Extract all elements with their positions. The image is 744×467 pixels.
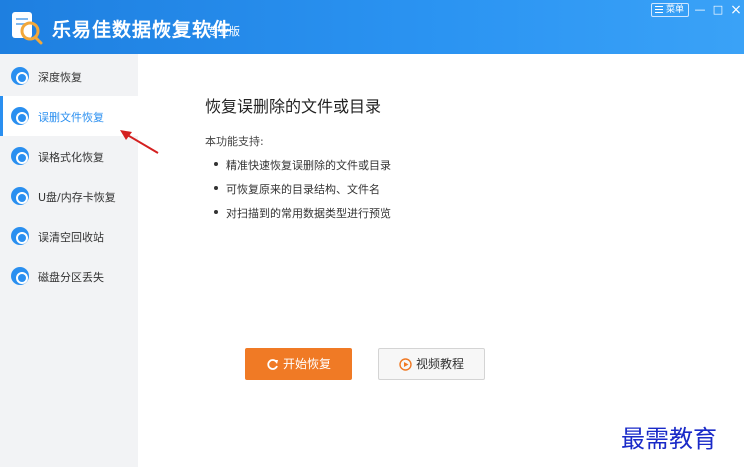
- sidebar-item-recycle-bin[interactable]: 误清空回收站: [0, 216, 138, 256]
- app-title: 乐易佳数据恢复软件: [52, 19, 233, 41]
- sidebar-item-usb-card[interactable]: U盘/内存卡恢复: [0, 176, 138, 216]
- sidebar-item-deep-recovery[interactable]: 深度恢复: [0, 56, 138, 96]
- partition-icon: [11, 267, 29, 285]
- refresh-icon: [267, 359, 278, 370]
- minimize-button[interactable]: —: [692, 2, 708, 18]
- folder-icon: [11, 107, 29, 125]
- menu-icon: [655, 6, 663, 13]
- start-recovery-label: 开始恢复: [282, 357, 331, 371]
- sidebar-item-label: 磁盘分区丢失: [38, 271, 104, 284]
- feature-item: 可恢复原来的目录结构、文件名: [214, 181, 380, 197]
- usb-drive-icon: [11, 187, 29, 205]
- disk-icon: [11, 147, 29, 165]
- sidebar-item-label: U盘/内存卡恢复: [38, 191, 116, 204]
- video-tutorial-button[interactable]: 视频教程: [378, 348, 485, 380]
- maximize-button[interactable]: □: [710, 2, 726, 18]
- start-recovery-button[interactable]: 开始恢复: [245, 348, 352, 380]
- page-title: 恢复误删除的文件或目录: [205, 97, 382, 116]
- annotation-arrow-icon: [120, 130, 159, 154]
- app-logo-icon: [12, 12, 43, 45]
- video-tutorial-label: 视频教程: [415, 357, 464, 371]
- edition-label: 专业版: [207, 25, 240, 38]
- watermark: 最需教育: [621, 425, 717, 453]
- recycle-bin-icon: [11, 227, 29, 245]
- deep-recovery-icon: [11, 67, 29, 85]
- play-icon: [399, 358, 412, 371]
- menu-button[interactable]: 菜单: [651, 3, 689, 17]
- sidebar-item-label: 误格式化恢复: [38, 151, 104, 164]
- sidebar: 深度恢复 误删文件恢复 误格式化恢复 U盘/内存卡恢复 误清空回收站 磁盘分区丢…: [0, 54, 138, 467]
- menu-label: 菜单: [665, 5, 684, 15]
- feature-item: 对扫描到的常用数据类型进行预览: [214, 205, 391, 221]
- title-bar: 乐易佳数据恢复软件 专业版 菜单 — □ ×: [0, 0, 744, 54]
- sidebar-item-label: 深度恢复: [38, 71, 82, 84]
- feature-item: 精准快速恢复误删除的文件或目录: [214, 157, 391, 173]
- sidebar-item-label: 误清空回收站: [38, 231, 104, 244]
- sidebar-item-label: 误删文件恢复: [38, 111, 104, 124]
- sidebar-item-partition-lost[interactable]: 磁盘分区丢失: [0, 256, 138, 296]
- close-button[interactable]: ×: [728, 2, 744, 18]
- support-label: 本功能支持:: [205, 135, 264, 148]
